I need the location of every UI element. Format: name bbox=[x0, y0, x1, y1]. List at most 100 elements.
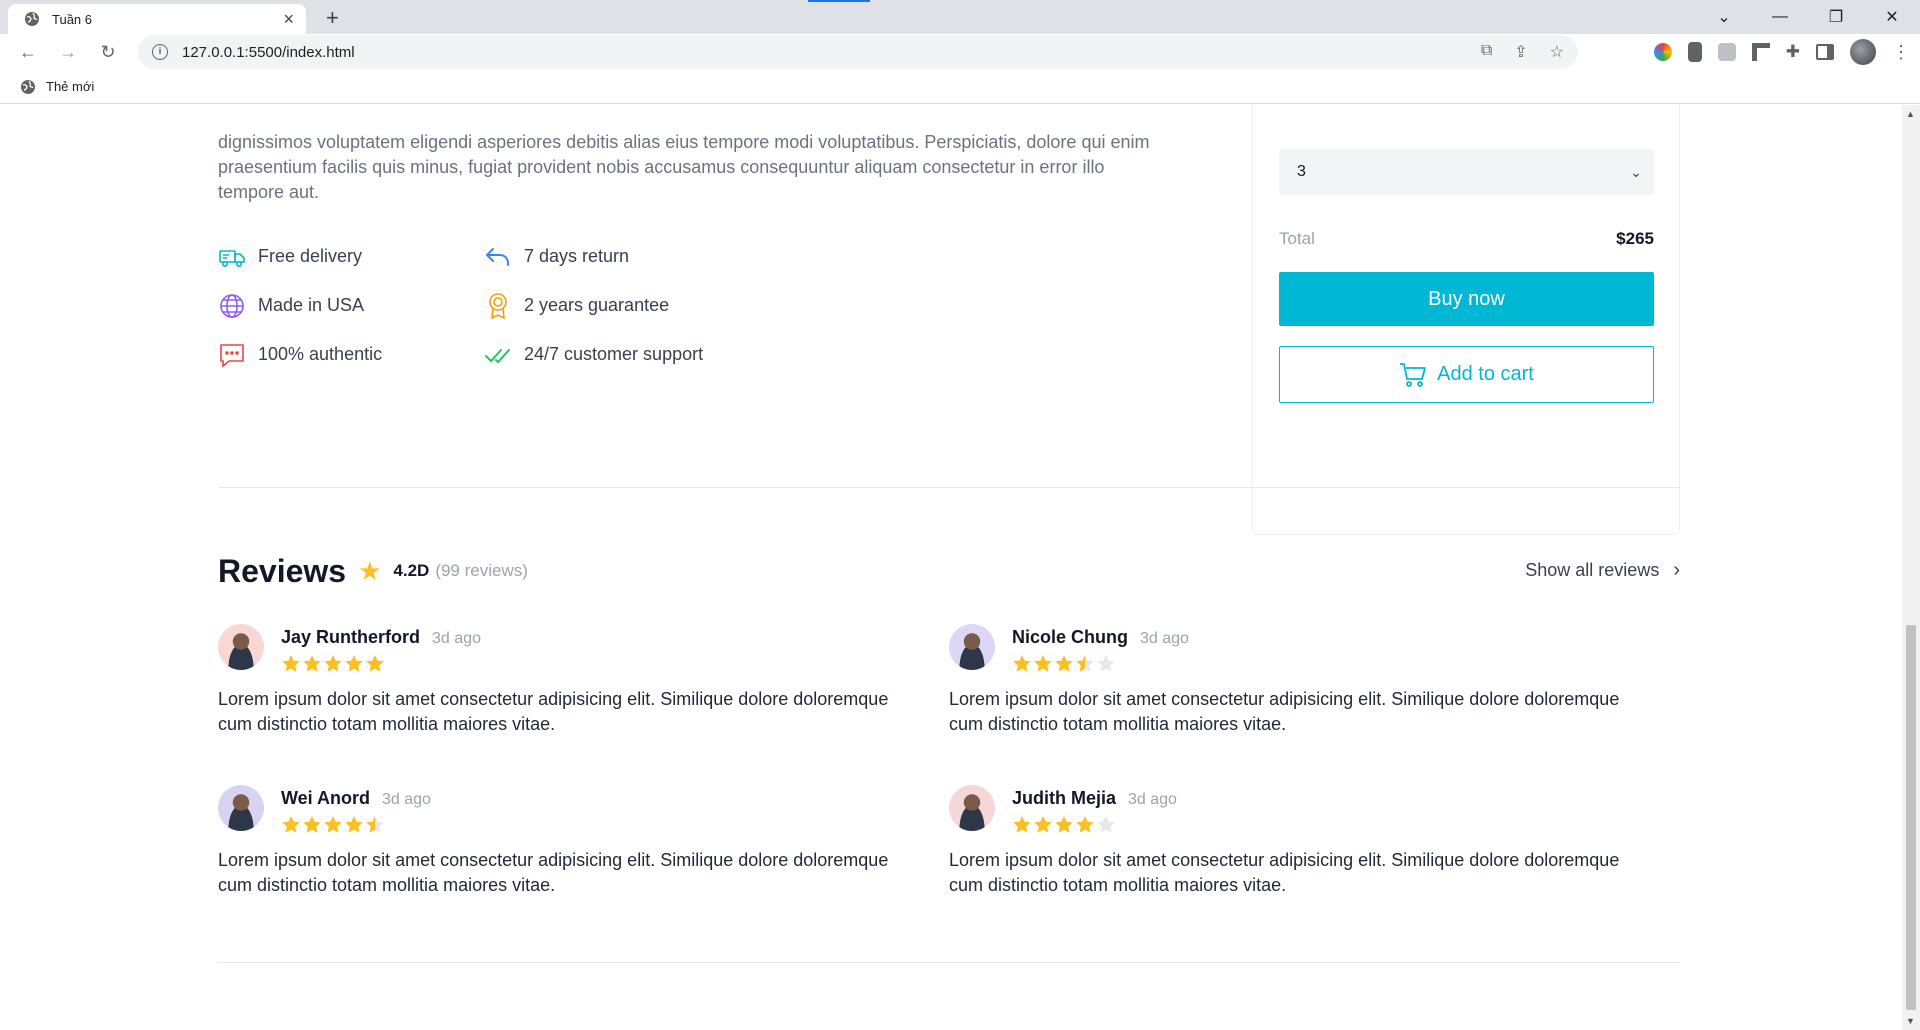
star-icon bbox=[1013, 816, 1031, 833]
review-item: Nicole Chung 3d ago Lorem ipsum dolor si… bbox=[949, 624, 1629, 737]
globe-icon bbox=[25, 12, 39, 26]
star-icon: ★ bbox=[358, 555, 382, 586]
review-text: Lorem ipsum dolor sit amet consectetur a… bbox=[218, 689, 889, 734]
feature-list: Free delivery 7 days return Made in USA … bbox=[218, 243, 778, 368]
chevron-right-icon: › bbox=[1673, 559, 1680, 581]
review-time: 3d ago bbox=[382, 791, 431, 808]
section-divider bbox=[218, 487, 1680, 488]
review-time: 3d ago bbox=[1128, 791, 1177, 808]
buy-now-button[interactable]: Buy now bbox=[1279, 272, 1654, 326]
truck-icon bbox=[219, 249, 245, 267]
award-icon bbox=[489, 292, 507, 319]
quantity-select[interactable]: 3 ⌄ bbox=[1279, 149, 1654, 195]
globe-icon bbox=[220, 293, 244, 318]
add-to-cart-button[interactable]: Add to cart bbox=[1279, 346, 1654, 403]
bookmarks-bar: Thẻ mới bbox=[0, 70, 1920, 104]
star-icon bbox=[366, 655, 384, 672]
star-icon bbox=[303, 816, 321, 833]
reviewer-name: Jay Runtherford bbox=[281, 627, 421, 647]
star-icon bbox=[345, 655, 363, 672]
side-panel-icon[interactable] bbox=[1816, 44, 1834, 60]
review-text: Lorem ipsum dolor sit amet consectetur a… bbox=[949, 689, 1620, 734]
buy-now-label: Buy now bbox=[1428, 287, 1505, 310]
reviews-title: Reviews bbox=[218, 552, 347, 589]
scroll-thumb[interactable] bbox=[1906, 625, 1916, 1010]
scroll-down-arrow[interactable]: ▼ bbox=[1906, 1016, 1915, 1026]
forward-button[interactable]: → bbox=[48, 42, 88, 63]
url-text[interactable]: 127.0.0.1:5500/index.html bbox=[182, 44, 1481, 61]
review-item: Jay Runtherford 3d ago Lorem ipsum dolor… bbox=[218, 624, 898, 737]
extension-icon[interactable] bbox=[1687, 42, 1702, 62]
total-row: Total $265 bbox=[1279, 229, 1654, 249]
feature-item: 100% authentic bbox=[218, 341, 484, 368]
back-button[interactable]: ← bbox=[8, 42, 48, 63]
review-item: Wei Anord 3d ago Lorem ipsum dolor sit a… bbox=[218, 785, 898, 898]
total-label: Total bbox=[1279, 229, 1315, 248]
star-rating bbox=[1012, 815, 1177, 834]
tab-title: Tuần 6 bbox=[52, 11, 92, 27]
close-tab-icon[interactable]: × bbox=[283, 10, 294, 28]
show-all-reviews-link[interactable]: Show all reviews › bbox=[1525, 559, 1680, 582]
browser-tabbar: Tuần 6 × + ⌄ — ❐ ✕ bbox=[0, 0, 1920, 34]
chat-icon bbox=[220, 343, 244, 368]
star-icon bbox=[324, 655, 342, 672]
feature-label: Free delivery bbox=[258, 246, 363, 266]
chevron-down-icon: ⌄ bbox=[1630, 163, 1642, 180]
profile-avatar[interactable] bbox=[1850, 39, 1876, 65]
star-icon bbox=[1097, 816, 1115, 833]
star-rating bbox=[1012, 654, 1189, 673]
bookmark-star-icon[interactable]: ☆ bbox=[1550, 42, 1564, 62]
star-icon bbox=[1013, 655, 1031, 672]
star-icon bbox=[345, 816, 363, 833]
quantity-value: 3 bbox=[1297, 163, 1306, 180]
star-icon bbox=[1097, 655, 1115, 672]
star-icon bbox=[282, 655, 300, 672]
page-viewport: dignissimos voluptatem eligendi asperior… bbox=[0, 105, 1900, 1030]
avatar bbox=[218, 624, 264, 670]
feature-label: 2 years guarantee bbox=[524, 295, 670, 315]
feature-label: Made in USA bbox=[258, 295, 365, 315]
star-icon bbox=[1034, 816, 1052, 833]
star-icon bbox=[303, 655, 321, 672]
star-icon bbox=[1076, 655, 1094, 672]
star-icon bbox=[1076, 816, 1094, 833]
return-arrow-icon bbox=[485, 247, 509, 266]
feature-item: 7 days return bbox=[484, 243, 750, 270]
menu-kebab-icon[interactable]: ⋮ bbox=[1892, 42, 1910, 63]
feature-item: Made in USA bbox=[218, 292, 484, 319]
review-count: (99 reviews) bbox=[435, 561, 528, 580]
feature-label: 7 days return bbox=[524, 246, 630, 266]
new-tab-button[interactable]: + bbox=[326, 7, 339, 29]
page-scrollbar[interactable]: ▲ ▼ bbox=[1902, 105, 1920, 1030]
minimize-button[interactable]: — bbox=[1752, 8, 1808, 26]
scroll-up-arrow[interactable]: ▲ bbox=[1906, 109, 1915, 119]
site-info-icon[interactable]: i bbox=[152, 44, 168, 60]
address-bar[interactable]: i 127.0.0.1:5500/index.html ⧉ ⇪ ☆ bbox=[138, 35, 1578, 69]
feature-item: 24/7 customer support bbox=[484, 341, 750, 368]
extension-icon[interactable] bbox=[1717, 43, 1736, 61]
star-icon bbox=[1034, 655, 1052, 672]
restore-button[interactable]: ❐ bbox=[1808, 7, 1864, 27]
star-rating bbox=[281, 654, 481, 673]
feature-label: 24/7 customer support bbox=[524, 344, 704, 364]
share-icon[interactable]: ⇪ bbox=[1514, 42, 1527, 62]
tab-search-icon[interactable]: ⌄ bbox=[1696, 7, 1752, 27]
translate-icon[interactable]: ⧉ bbox=[1481, 42, 1492, 62]
browser-tab[interactable]: Tuần 6 × bbox=[8, 4, 306, 34]
average-rating: 4.2D bbox=[393, 561, 430, 580]
reviewer-name: Wei Anord bbox=[281, 788, 370, 808]
extension-icon[interactable] bbox=[1751, 43, 1770, 61]
color-picker-extension-icon[interactable] bbox=[1653, 43, 1672, 61]
review-time: 3d ago bbox=[1140, 630, 1189, 647]
cart-icon bbox=[1400, 362, 1427, 387]
review-item: Judith Mejia 3d ago Lorem ipsum dolor si… bbox=[949, 785, 1629, 898]
reviewer-name: Nicole Chung bbox=[1012, 627, 1128, 647]
add-to-cart-label: Add to cart bbox=[1437, 363, 1534, 385]
total-value: $265 bbox=[1616, 229, 1654, 248]
close-window-button[interactable]: ✕ bbox=[1864, 7, 1920, 27]
review-text: Lorem ipsum dolor sit amet consectetur a… bbox=[218, 850, 889, 895]
puzzle-extensions-icon[interactable]: ✚ bbox=[1786, 42, 1800, 62]
star-icon bbox=[366, 816, 384, 833]
bookmark-item[interactable]: Thẻ mới bbox=[46, 79, 94, 94]
reload-button[interactable]: ↻ bbox=[88, 42, 128, 63]
